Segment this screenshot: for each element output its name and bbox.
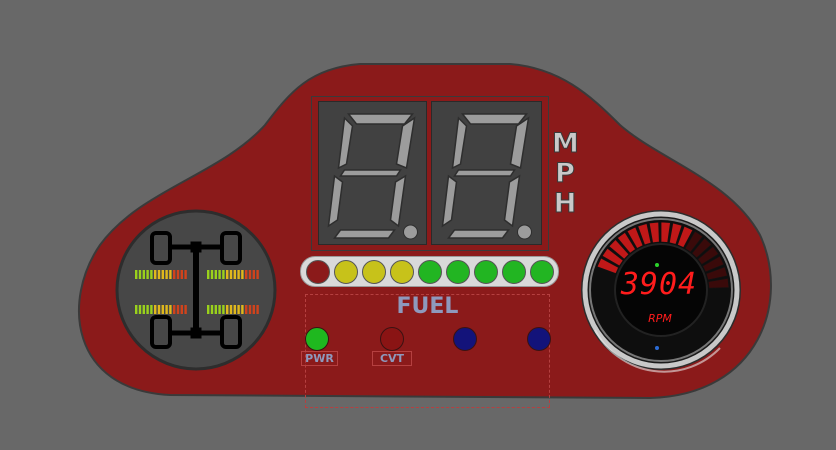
level-bar-segment	[180, 270, 183, 279]
cvt-indicator	[380, 327, 404, 351]
level-bar-segment	[173, 305, 176, 314]
blue-indicator-2	[527, 327, 551, 351]
unit-letter-m: M	[552, 128, 580, 159]
fuel-led-2	[334, 260, 358, 284]
fuel-led-6	[446, 260, 470, 284]
digit-segment	[337, 116, 354, 170]
level-bar-segment	[138, 305, 142, 314]
level-bar-segment	[173, 270, 176, 279]
fuel-label: FUEL	[396, 294, 459, 319]
level-bar-segment	[210, 270, 214, 279]
level-bar-segment	[157, 270, 161, 279]
level-bar-segment	[245, 305, 248, 314]
digit-segment	[453, 169, 516, 177]
digit-segment	[389, 174, 407, 228]
fuel-led-7	[474, 260, 498, 284]
level-bar-segment	[226, 305, 229, 314]
indicator-panel: FUEL	[305, 294, 550, 408]
digit-segment	[327, 174, 344, 228]
level-bar-segment	[165, 305, 168, 314]
fuel-led-8	[502, 260, 526, 284]
digit-segment	[346, 113, 415, 125]
blue-indicator-1	[453, 327, 477, 351]
level-bar-segment	[237, 270, 240, 279]
level-bar-segment	[161, 305, 164, 314]
level-bar-segment	[146, 305, 149, 314]
unit-letter-p: P	[555, 158, 576, 189]
level-bar-segment	[229, 305, 233, 314]
cvt-label: CVT	[372, 351, 412, 366]
level-bar-segment	[229, 270, 233, 279]
level-bar-segment	[241, 305, 244, 314]
level-bar-segment	[218, 305, 221, 314]
level-bar-segment	[233, 305, 236, 314]
digit-segment	[339, 169, 402, 177]
unit-letter-h: H	[553, 188, 577, 219]
level-bar-segment	[138, 270, 142, 279]
level-bar-segment	[233, 270, 236, 279]
speed-digit-2	[431, 101, 542, 245]
level-bar-segment	[180, 305, 183, 314]
level-bar-segment	[184, 270, 187, 279]
level-bar-segment	[252, 270, 255, 279]
fuel-led-5	[418, 260, 442, 284]
rpm-readout: 3904	[620, 267, 698, 302]
level-bar-segment	[207, 305, 210, 314]
level-bar-segment	[142, 270, 145, 279]
fuel-led-3	[362, 260, 386, 284]
level-bar-segment	[210, 305, 214, 314]
level-bar-segment	[161, 270, 164, 279]
digit-segment	[460, 113, 529, 125]
digit-segment	[503, 174, 521, 228]
level-bar-segment	[248, 270, 252, 279]
level-bar-segment	[154, 270, 157, 279]
level-bar-segment	[248, 305, 252, 314]
level-bar-segment	[218, 270, 221, 279]
speed-digit-1	[318, 101, 427, 245]
level-bar-segment	[154, 305, 157, 314]
level-bar-segment	[214, 270, 217, 279]
level-bar-segment	[252, 305, 255, 314]
level-bar-segment	[245, 270, 248, 279]
level-bar-segment	[169, 270, 172, 279]
digit-segment	[395, 116, 416, 170]
fuel-led-9	[530, 260, 554, 284]
fuel-gauge-strip	[300, 256, 559, 287]
digit-segment	[451, 116, 468, 170]
level-bar-segment	[256, 305, 259, 314]
pwr-label: PWR	[301, 351, 338, 366]
decimal-point	[403, 224, 418, 240]
level-bar-segment	[222, 305, 225, 314]
digit-segment	[509, 116, 530, 170]
level-bar-segment	[157, 305, 161, 314]
level-bar-segment	[146, 270, 149, 279]
level-bar-segment	[237, 305, 240, 314]
level-bar-segment	[135, 270, 138, 279]
level-bar-segment	[176, 305, 180, 314]
fuel-led-1	[306, 260, 330, 284]
level-bar-segment	[214, 305, 217, 314]
level-bar-segment	[165, 270, 168, 279]
level-bar-segment	[207, 270, 210, 279]
fuel-led-4	[390, 260, 414, 284]
level-bar-segment	[256, 270, 259, 279]
rpm-unit-label: RPM	[648, 312, 672, 325]
level-bar-segment	[226, 270, 229, 279]
level-bar-segment	[142, 305, 145, 314]
level-bar-segment	[176, 270, 180, 279]
level-bar-segment	[135, 305, 138, 314]
pwr-indicator	[305, 327, 329, 351]
digit-segment	[333, 229, 396, 239]
level-bar-segment	[150, 305, 153, 314]
level-bar-segment	[241, 270, 244, 279]
level-bar-segment	[169, 305, 172, 314]
level-bar-segment	[150, 270, 153, 279]
level-bar-segment	[222, 270, 225, 279]
decimal-point	[517, 224, 532, 240]
digit-segment	[441, 174, 458, 228]
digit-segment	[447, 229, 510, 239]
level-bar-segment	[184, 305, 187, 314]
